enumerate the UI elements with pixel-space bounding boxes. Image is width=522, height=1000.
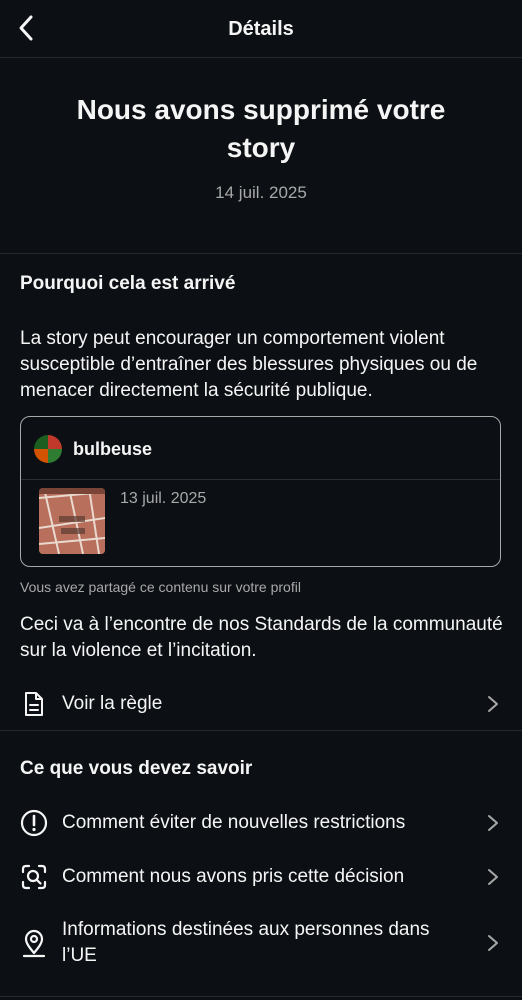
story-card-header: bulbeuse xyxy=(21,417,500,480)
story-date: 13 juil. 2025 xyxy=(120,490,207,507)
eu-info-row[interactable]: Informations destinées aux personnes dan… xyxy=(0,912,522,974)
document-icon xyxy=(20,690,48,718)
story-thumbnail xyxy=(39,488,105,554)
story-card[interactable]: bulbeuse 13 juil. 2025 xyxy=(20,416,501,567)
alert-circle-icon xyxy=(20,809,48,837)
eu-info-label: Informations destinées aux personnes dan… xyxy=(62,919,430,966)
why-section-title: Pourquoi cela est arrivé xyxy=(20,273,236,294)
decision-row[interactable]: Comment nous avons pris cette décision xyxy=(0,856,522,898)
bottom-divider xyxy=(0,996,522,997)
chevron-right-icon xyxy=(488,696,498,712)
rule-description: Ceci va à l’encontre de nos Standards de… xyxy=(20,614,503,661)
know-section-title: Ce que vous devez savoir xyxy=(20,758,253,779)
hero-section: Nous avons supprimé votre story 14 juil.… xyxy=(0,57,522,254)
location-pin-icon xyxy=(20,929,48,958)
chevron-right-icon xyxy=(488,935,498,951)
shared-caption: Vous avez partagé ce contenu sur votre p… xyxy=(20,579,301,595)
removal-title: Nous avons supprimé votre story xyxy=(76,94,446,163)
view-rule-row[interactable]: Voir la règle xyxy=(0,684,522,724)
view-rule-label: Voir la règle xyxy=(62,693,163,714)
scan-search-icon xyxy=(20,863,48,891)
decision-label: Comment nous avons pris cette décision xyxy=(62,866,405,887)
why-description: La story peut encourager un comportement… xyxy=(20,328,478,401)
page-title: Détails xyxy=(228,18,294,40)
removal-date: 14 juil. 2025 xyxy=(215,183,307,202)
section-divider xyxy=(0,730,522,731)
username: bulbeuse xyxy=(73,439,153,459)
restrictions-row[interactable]: Comment éviter de nouvelles restrictions xyxy=(0,802,522,844)
restrictions-label: Comment éviter de nouvelles restrictions xyxy=(62,812,406,833)
avatar xyxy=(34,435,62,463)
chevron-right-icon xyxy=(488,869,498,885)
top-bar: Détails xyxy=(0,0,522,58)
chevron-right-icon xyxy=(488,815,498,831)
